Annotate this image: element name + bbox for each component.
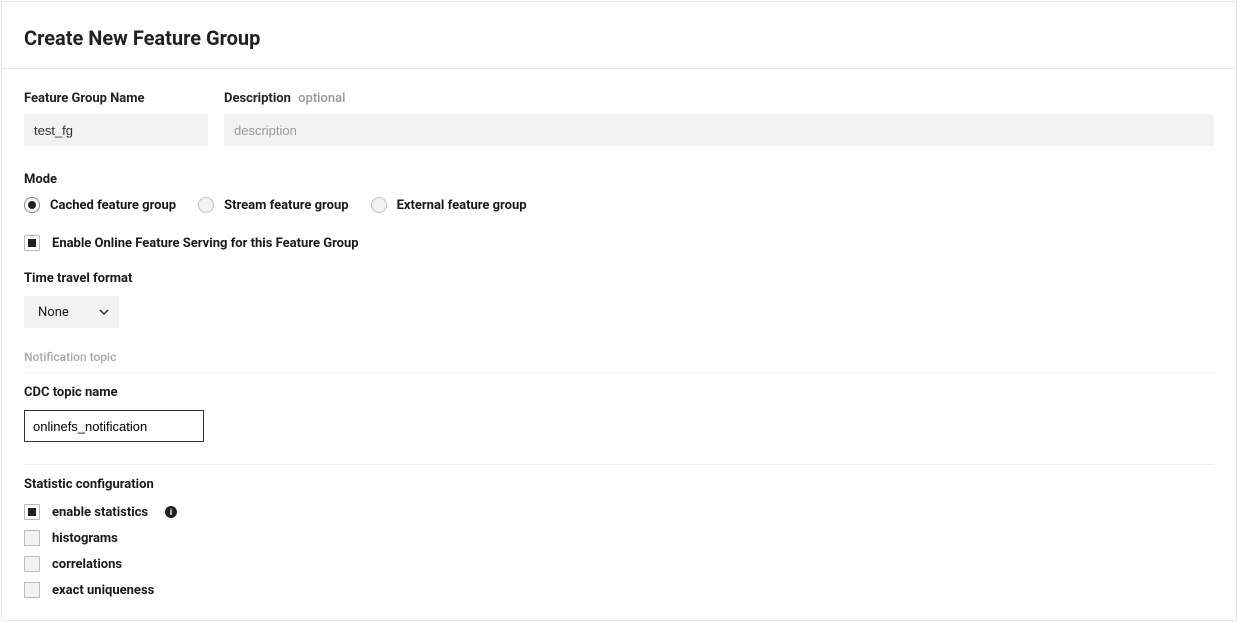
chevron-down-icon (99, 307, 109, 317)
time-travel-section: Time travel format None (24, 271, 1214, 328)
page-header: Create New Feature Group (2, 2, 1236, 69)
name-field: Feature Group Name (24, 91, 208, 146)
enable-statistics-row: enable statistics i (24, 504, 1214, 520)
cdc-topic-input[interactable] (24, 410, 204, 442)
time-travel-label: Time travel format (24, 271, 1214, 286)
online-serving-checkbox[interactable] (24, 235, 40, 251)
create-feature-group-page: Create New Feature Group Feature Group N… (1, 1, 1237, 621)
divider (24, 464, 1214, 465)
divider (24, 372, 1214, 373)
online-serving-label: Enable Online Feature Serving for this F… (52, 236, 359, 251)
page-title: Create New Feature Group (24, 26, 1214, 50)
radio-icon (24, 197, 40, 213)
radio-cached[interactable]: Cached feature group (24, 197, 176, 213)
radio-external-label: External feature group (397, 198, 527, 213)
correlations-label: correlations (52, 557, 122, 572)
radio-cached-label: Cached feature group (50, 198, 176, 213)
online-serving-row: Enable Online Feature Serving for this F… (24, 235, 1214, 251)
name-input[interactable] (24, 114, 208, 146)
statistic-config-heading: Statistic configuration (24, 477, 1214, 492)
correlations-row: correlations (24, 556, 1214, 572)
form-body: Feature Group Name Description optional … (2, 69, 1236, 620)
histograms-label: histograms (52, 531, 118, 546)
exact-uniqueness-label: exact uniqueness (52, 583, 154, 598)
enable-statistics-checkbox[interactable] (24, 504, 40, 520)
radio-icon (198, 197, 214, 213)
mode-label: Mode (24, 172, 1214, 187)
exact-uniqueness-row: exact uniqueness (24, 582, 1214, 598)
notification-topic-heading: Notification topic (24, 350, 1214, 372)
info-icon[interactable]: i (164, 505, 178, 519)
statistic-config-section: Statistic configuration enable statistic… (24, 477, 1214, 598)
exact-uniqueness-checkbox[interactable] (24, 582, 40, 598)
description-label: Description optional (224, 91, 1214, 106)
optional-hint: optional (298, 91, 345, 106)
description-label-text: Description (224, 91, 291, 106)
time-travel-value: None (38, 305, 69, 320)
svg-text:i: i (170, 507, 173, 517)
radio-external[interactable]: External feature group (371, 197, 527, 213)
description-input[interactable] (224, 114, 1214, 146)
radio-stream[interactable]: Stream feature group (198, 197, 349, 213)
radio-stream-label: Stream feature group (224, 198, 349, 213)
histograms-row: histograms (24, 530, 1214, 546)
mode-section: Mode Cached feature group Stream feature… (24, 172, 1214, 213)
radio-icon (371, 197, 387, 213)
name-desc-row: Feature Group Name Description optional (24, 91, 1214, 146)
mode-radio-group: Cached feature group Stream feature grou… (24, 197, 1214, 213)
description-field: Description optional (224, 91, 1214, 146)
name-label: Feature Group Name (24, 91, 208, 106)
enable-statistics-label: enable statistics (52, 505, 148, 520)
histograms-checkbox[interactable] (24, 530, 40, 546)
time-travel-select[interactable]: None (24, 296, 119, 328)
correlations-checkbox[interactable] (24, 556, 40, 572)
cdc-topic-label: CDC topic name (24, 385, 1214, 400)
